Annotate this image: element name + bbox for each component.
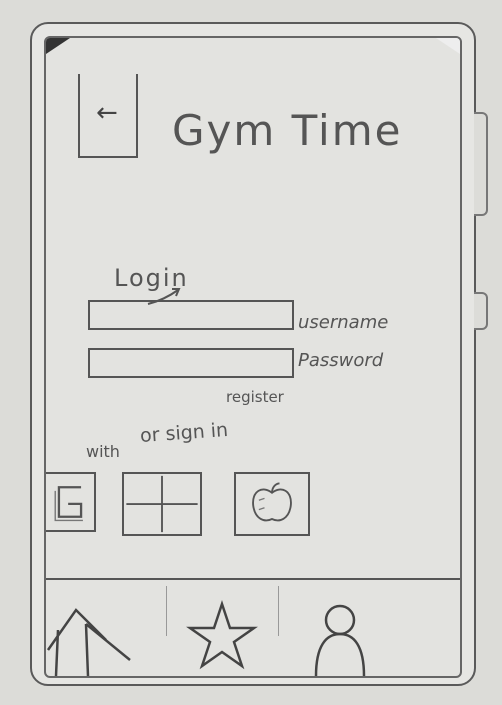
star-icon xyxy=(186,600,258,670)
nav-home[interactable] xyxy=(46,580,166,676)
register-link[interactable]: register xyxy=(226,388,284,406)
corner-mark-left xyxy=(46,38,70,54)
phone-screen: ← Gym Time Login username Password regis… xyxy=(44,36,462,678)
side-button-bottom xyxy=(474,292,488,330)
app-title: Gym Time xyxy=(172,106,403,155)
nav-favorites[interactable] xyxy=(166,580,278,676)
username-input[interactable] xyxy=(88,300,294,330)
apple-icon xyxy=(252,482,292,522)
back-button[interactable]: ← xyxy=(78,74,138,158)
nav-profile[interactable] xyxy=(278,580,458,676)
with-label: with xyxy=(86,442,120,461)
alt-signin-label: or sign in xyxy=(139,418,229,448)
password-label: Password xyxy=(298,350,384,371)
google-icon xyxy=(54,486,83,522)
arrow-left-icon: ← xyxy=(96,98,118,128)
username-label: username xyxy=(298,312,389,333)
apple-signin-button[interactable] xyxy=(234,472,310,536)
password-input[interactable] xyxy=(88,348,294,378)
home-icon xyxy=(46,608,131,676)
corner-mark-right xyxy=(436,38,460,54)
microsoft-icon xyxy=(126,475,198,533)
bottom-nav-bar xyxy=(46,578,460,676)
google-signin-button[interactable] xyxy=(46,472,96,532)
microsoft-signin-button[interactable] xyxy=(122,472,202,536)
phone-frame: ← Gym Time Login username Password regis… xyxy=(30,22,488,686)
profile-icon xyxy=(314,604,366,676)
side-button-top xyxy=(474,112,488,216)
